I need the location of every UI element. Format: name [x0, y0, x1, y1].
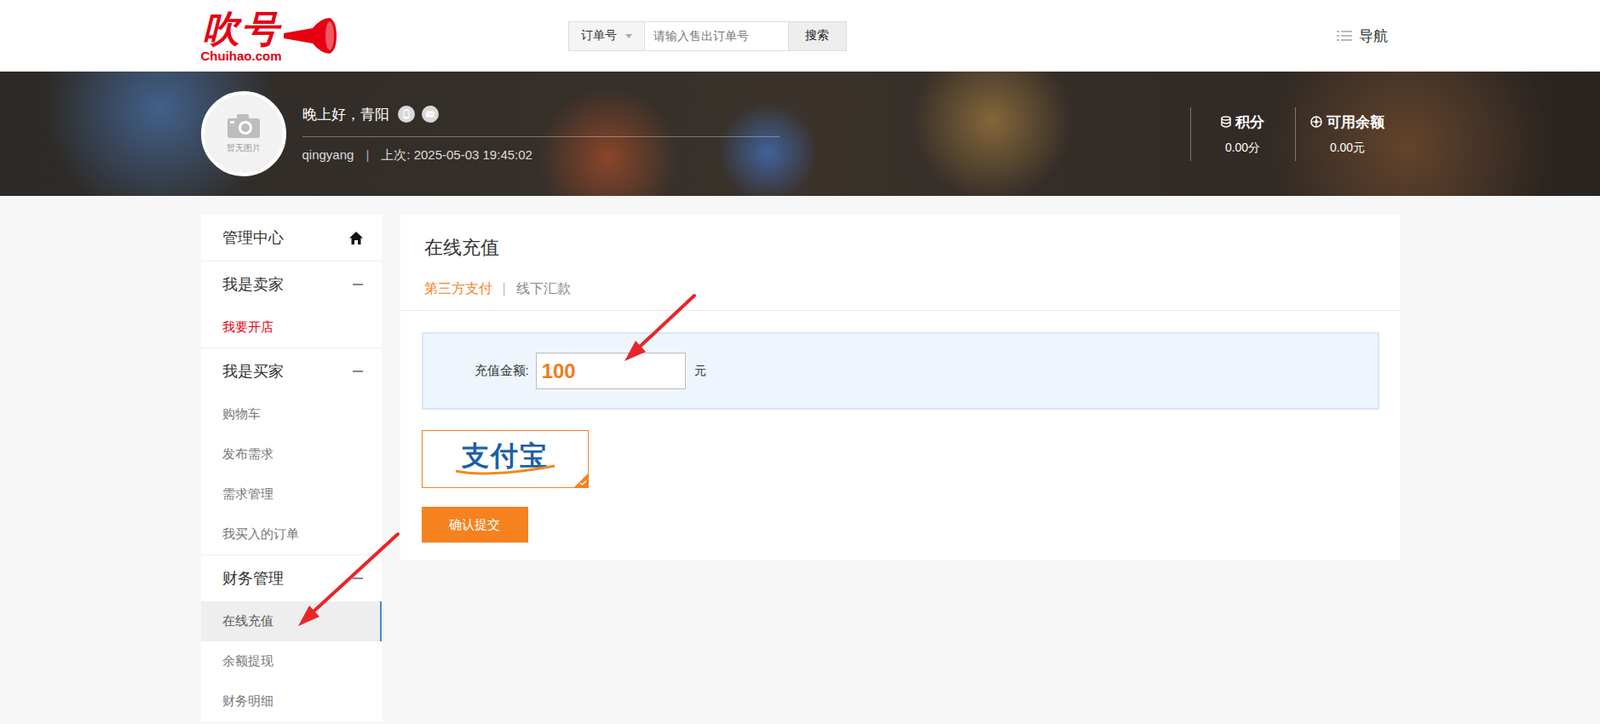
sidebar-section-header[interactable]: 管理中心 [201, 214, 382, 261]
phone-icon[interactable] [397, 105, 415, 123]
tab[interactable]: 线下汇款 [516, 279, 571, 299]
stat: 可用余额0.00元 [1294, 107, 1400, 162]
sidebar-item[interactable]: 发布需求 [201, 434, 382, 475]
last-login: 上次: 2025-05-03 19:45:02 [380, 147, 533, 164]
arrow-icon [298, 534, 398, 627]
header: 吹号Chuihao.com 订单号 搜索 导航 [0, 0, 1600, 72]
camera-icon [226, 113, 261, 139]
sidebar-item[interactable]: 我买入的订单 [201, 514, 382, 555]
panel-title: 在线充值 [424, 235, 1376, 261]
profile-info: 晚上好，青阳 qingyang | 上次: 2025-05-03 19:45:02 [302, 104, 780, 164]
avatar[interactable]: 暂无图片 [201, 91, 287, 177]
amount-input[interactable] [535, 352, 686, 390]
logo[interactable]: 吹号Chuihao.com [201, 10, 406, 63]
search-input[interactable] [644, 22, 789, 51]
profile-banner: 暂无图片 晚上好，青阳 qingyang | 上次: 2025-05-03 19:45:… [0, 71, 1600, 196]
sidebar-item[interactable]: 在线充值 [201, 601, 382, 642]
home-icon [349, 231, 363, 245]
list-icon [1336, 29, 1353, 42]
caret-icon [625, 34, 633, 39]
tabs: 第三方支付 | 线下汇款 [424, 279, 1376, 299]
database-icon [1220, 115, 1232, 128]
sidebar-section-header[interactable]: 财务管理 [201, 555, 382, 602]
sidebar-item[interactable]: 需求管理 [201, 474, 382, 515]
tab[interactable]: 第三方支付 [424, 279, 493, 299]
submit-button[interactable]: 确认提交 [421, 506, 529, 543]
tab-separator: | [502, 279, 507, 299]
amount-unit: 元 [694, 363, 707, 380]
sidebar-section-header[interactable]: 我是买家 [201, 348, 382, 395]
check-icon [574, 473, 588, 488]
nav-button[interactable]: 导航 [1336, 26, 1388, 47]
sidebar-section: 管理中心 [201, 214, 382, 261]
sidebar-item[interactable]: 余额提现 [201, 641, 382, 682]
collapse-icon [352, 283, 363, 286]
search-button[interactable]: 搜索 [788, 22, 847, 51]
search-bar: 订单号 搜索 [568, 21, 847, 52]
sidebar-section-header[interactable]: 我是卖家 [201, 261, 382, 308]
username: qingyang [302, 147, 355, 164]
collapse-icon [352, 370, 363, 373]
search-type-select[interactable]: 订单号 [569, 22, 645, 51]
mail-icon[interactable] [421, 105, 439, 123]
amount-box: 充值金额: 元 [421, 332, 1380, 410]
sidebar-item[interactable]: 我要开店 [201, 307, 382, 348]
sidebar-section: 财务管理在线充值余额提现财务明细 [201, 554, 382, 722]
sidebar: 管理中心我是卖家我要开店我是买家购物车发布需求需求管理我买入的订单财务管理在线充… [201, 214, 382, 722]
avatar-text: 暂无图片 [226, 142, 261, 155]
sidebar-section: 我是卖家我要开店 [201, 260, 382, 348]
horn-icon [283, 14, 337, 58]
greeting: 晚上好，青阳 [302, 104, 390, 125]
arrow-icon [624, 295, 695, 362]
wheel-icon [1310, 115, 1323, 128]
stats: 积分0.00分可用余额0.00元 [1190, 107, 1400, 162]
separator: | [365, 147, 369, 164]
amount-label: 充值金额: [474, 362, 530, 380]
sidebar-item[interactable]: 财务明细 [201, 681, 382, 722]
page: 吹号Chuihao.com 订单号 搜索 导航暂无图片 晚上好，青阳 qingyang | 上… [0, 0, 1600, 724]
sidebar-section: 我是买家购物车发布需求需求管理我买入的订单 [201, 347, 382, 555]
payment-method[interactable]: 支付宝 [421, 430, 589, 489]
alipay-logo-text: 支付宝 [461, 442, 549, 470]
annotation-arrows [0, 0, 1600, 724]
main-panel: 在线充值第三方支付 | 线下汇款充值金额: 元支付宝确认提交 [400, 214, 1400, 561]
logo-domain: Chuihao.com [201, 49, 283, 63]
swoosh-icon [454, 462, 557, 477]
sidebar-item[interactable]: 购物车 [201, 394, 382, 435]
stat: 积分0.00分 [1190, 107, 1295, 162]
collapse-icon [352, 577, 363, 580]
logo-name: 吹号 [201, 10, 281, 48]
